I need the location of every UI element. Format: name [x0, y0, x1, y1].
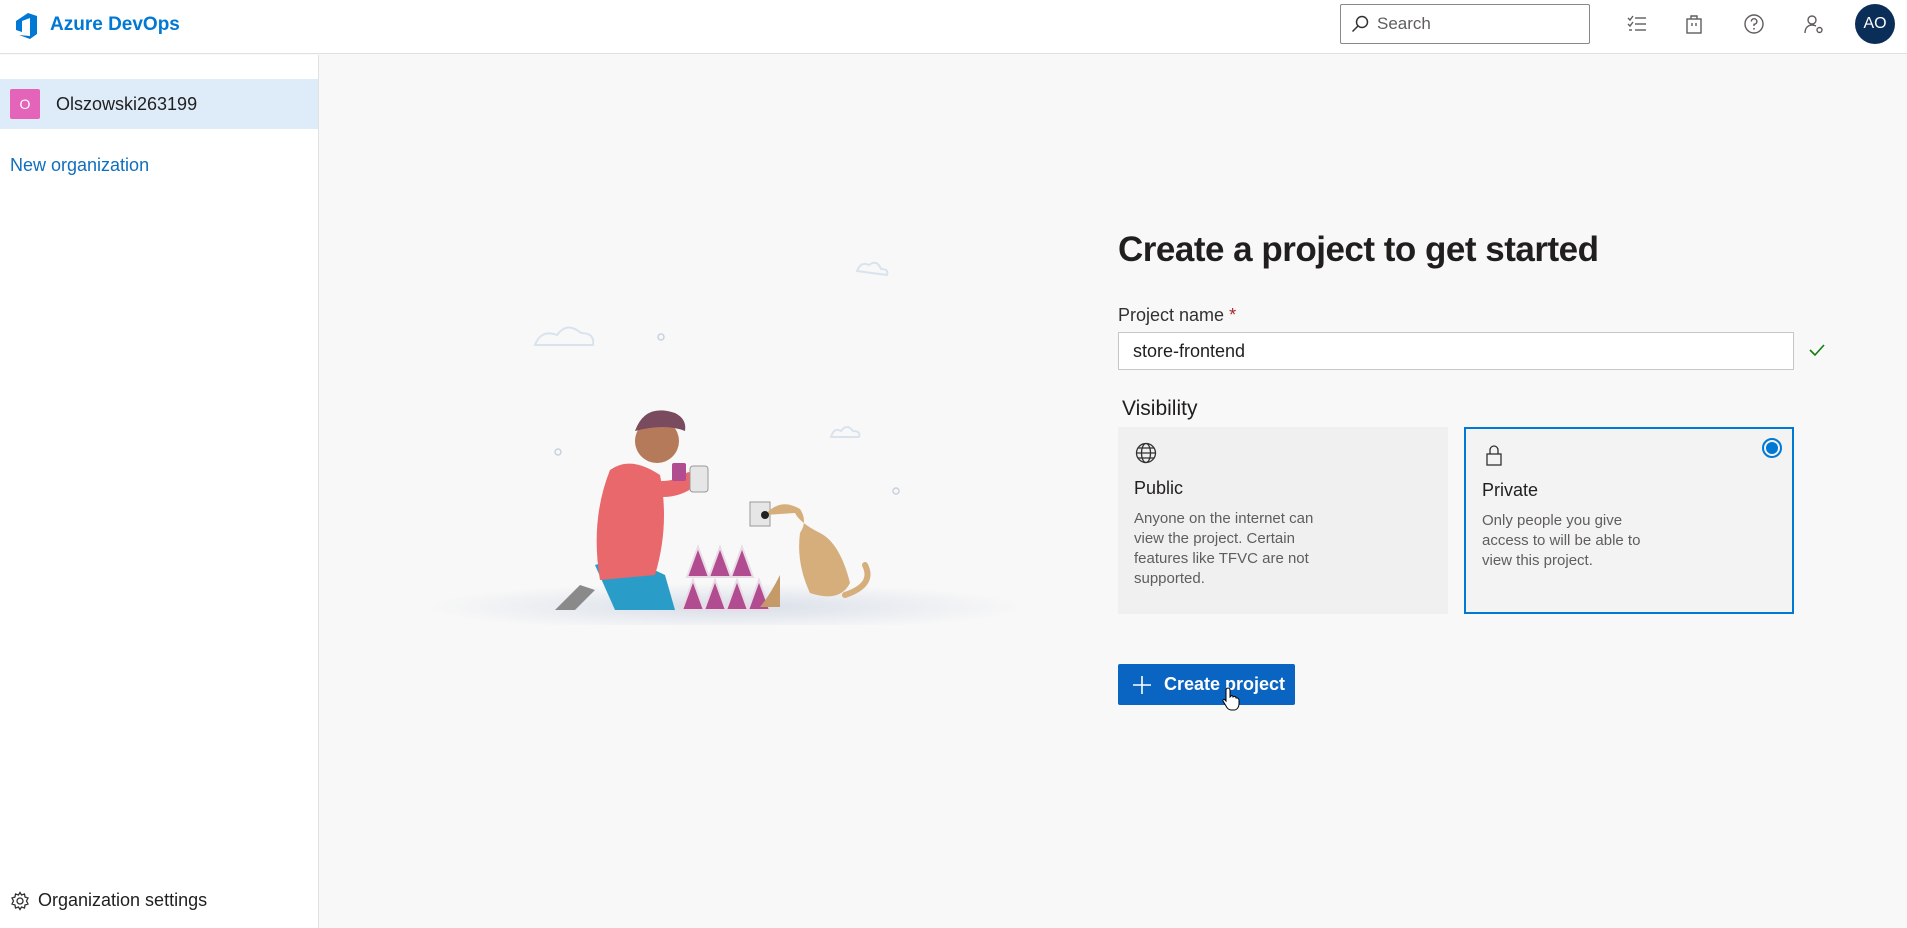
brand-name: Azure DevOps	[50, 14, 180, 35]
hand-cursor-icon	[1222, 687, 1240, 711]
lock-icon	[1486, 445, 1502, 466]
work-items-icon[interactable]	[1624, 11, 1650, 37]
organization-badge: O	[10, 89, 40, 119]
top-header: Azure DevOps Search AO	[0, 0, 1907, 54]
visibility-option-description: Anyone on the internet can view the proj…	[1134, 510, 1314, 587]
brand[interactable]: Azure DevOps	[10, 10, 180, 40]
search-input[interactable]	[1377, 14, 1577, 34]
organization-settings-label: Organization settings	[38, 890, 208, 910]
selected-radio[interactable]	[1762, 438, 1782, 458]
azure-devops-logo-icon	[16, 13, 37, 39]
page-title: Create a project to get started	[1118, 230, 1599, 269]
user-settings-icon[interactable]	[1801, 11, 1827, 37]
new-organization-link[interactable]: New organization	[10, 155, 149, 176]
user-avatar[interactable]: AO	[1855, 4, 1895, 44]
visibility-option-public[interactable]: Public Anyone on the internet can view t…	[1118, 427, 1448, 614]
project-illustration	[425, 261, 1025, 625]
sidebar-item-organization[interactable]: O Olszowski263199	[0, 79, 318, 129]
valid-check-icon	[1809, 344, 1825, 357]
visibility-option-title: Public	[1134, 478, 1184, 498]
globe-icon	[1135, 442, 1157, 464]
project-name-label-text: Project name	[1118, 305, 1225, 325]
visibility-option-title: Private	[1482, 480, 1539, 500]
organization-settings-link[interactable]: Organization settings	[10, 890, 207, 911]
project-name-label: Project name *	[1118, 305, 1236, 326]
gear-icon	[11, 890, 29, 911]
project-name-input[interactable]	[1118, 332, 1794, 370]
required-marker: *	[1229, 305, 1237, 325]
plus-icon	[1133, 675, 1151, 694]
radio-dot	[1766, 442, 1778, 454]
visibility-option-private[interactable]: Private Only people you give access to w…	[1464, 427, 1794, 614]
create-project-button[interactable]: Create project	[1118, 664, 1295, 705]
visibility-label: Visibility	[1122, 397, 1198, 420]
sidebar: O Olszowski263199 New organization Organ…	[0, 55, 319, 928]
visibility-option-description: Only people you give access to will be a…	[1482, 512, 1641, 569]
organization-name: Olszowski263199	[56, 93, 198, 114]
search-icon	[1351, 15, 1369, 33]
search-box[interactable]	[1340, 4, 1590, 44]
marketplace-icon[interactable]	[1681, 11, 1707, 37]
help-icon[interactable]	[1741, 11, 1767, 37]
